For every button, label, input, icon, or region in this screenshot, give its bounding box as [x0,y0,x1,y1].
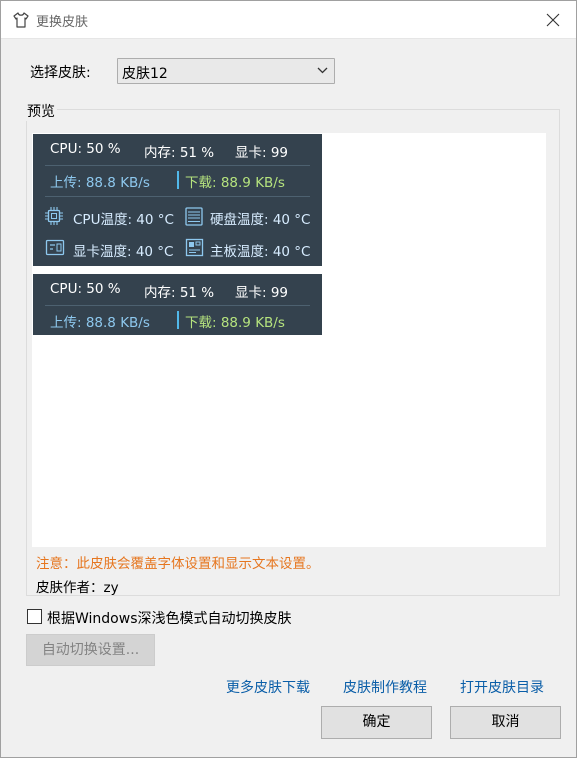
auto-switch-checkbox[interactable] [27,609,42,624]
cpu-temperature-text: CPU温度: 40 °C [73,212,174,228]
cpu-usage-text: CPU: 50 % [50,141,121,157]
speed-divider-bar [177,171,179,189]
close-button[interactable] [530,1,576,39]
skin-select-value: 皮肤12 [122,66,168,82]
disk-temperature-text: 硬盘温度: 40 °C [210,212,311,228]
memory-usage-text: 内存: 51 % [144,285,215,301]
motherboard-temperature-text: 主板温度: 40 °C [210,244,311,260]
memory-usage-text: 内存: 51 % [144,145,215,161]
auto-switch-checkbox-label[interactable]: 根据Windows深浅色模式自动切换皮肤 [47,608,292,628]
upload-speed-text: 上传: 88.8 KB/s [50,315,150,331]
preview-panel-compact: CPU: 50 % 内存: 51 % 显卡: 99 上传: 88.8 KB/s … [33,274,322,335]
cpu-usage-text: CPU: 50 % [50,281,121,297]
cpu-chip-icon [45,207,63,225]
skin-author-text: 皮肤作者：zy [36,580,119,596]
motherboard-icon [185,238,204,257]
chevron-down-icon [317,67,328,74]
gpu-usage-text: 显卡: 99 [235,145,289,161]
download-speed-text: 下载: 88.9 KB/s [185,315,285,331]
skin-dialog: 更换皮肤 选择皮肤: 皮肤12 预览 CPU: 50 % 内存: 51 % 显卡… [0,0,577,758]
skin-making-tutorial-link[interactable]: 皮肤制作教程 [343,677,427,697]
panel-divider [45,165,310,166]
gpu-usage-text: 显卡: 99 [235,285,289,301]
skin-override-note: 注意：此皮肤会覆盖字体设置和显示文本设置。 [36,556,320,572]
title-bar: 更换皮肤 [1,1,576,39]
upload-speed-text: 上传: 88.8 KB/s [50,175,150,191]
skin-preview-area: CPU: 50 % 内存: 51 % 显卡: 99 上传: 88.8 KB/s … [32,133,546,547]
panel-divider [45,196,310,197]
panel-divider [45,305,310,306]
open-skin-directory-link[interactable]: 打开皮肤目录 [460,677,544,697]
speed-divider-bar [177,311,179,329]
auto-switch-settings-button[interactable]: 自动切换设置... [26,634,155,666]
more-skins-download-link[interactable]: 更多皮肤下载 [226,677,310,697]
skin-select-label: 选择皮肤: [30,65,91,81]
gpu-temperature-text: 显卡温度: 40 °C [73,244,174,260]
preview-panel-full: CPU: 50 % 内存: 51 % 显卡: 99 上传: 88.8 KB/s … [33,134,322,266]
close-icon [546,13,560,27]
graphics-card-icon [45,239,65,256]
tshirt-icon [13,12,29,28]
preview-group-label: 预览 [25,101,57,121]
cancel-button[interactable]: 取消 [450,706,561,739]
window-title: 更换皮肤 [36,15,89,30]
download-speed-text: 下载: 88.9 KB/s [185,175,285,191]
hard-disk-icon [185,207,203,226]
ok-button[interactable]: 确定 [321,706,432,739]
skin-select[interactable]: 皮肤12 [117,58,335,84]
